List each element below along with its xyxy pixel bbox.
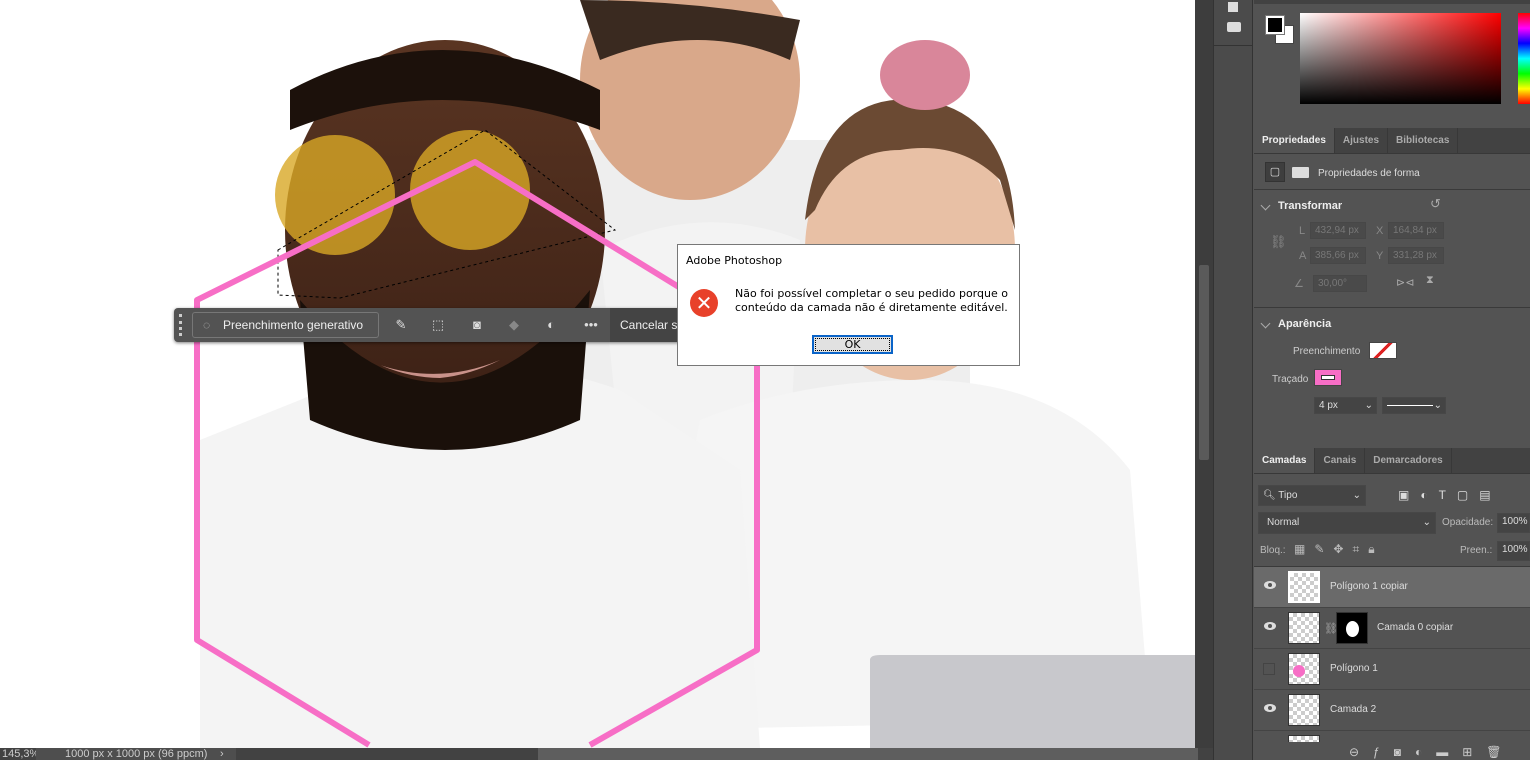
- dialog-title: Adobe Photoshop: [686, 254, 783, 267]
- tab-bibliotecas[interactable]: Bibliotecas: [1388, 128, 1459, 153]
- fill-bucket-icon[interactable]: ◆: [507, 318, 521, 332]
- layer-row[interactable]: Polígono 1: [1254, 649, 1530, 690]
- hue-slider[interactable]: [1518, 13, 1530, 104]
- opacity-field[interactable]: 100%: [1497, 513, 1530, 533]
- ok-button[interactable]: OK: [812, 335, 893, 354]
- y-field[interactable]: 331,28 px: [1388, 247, 1444, 264]
- flip-vertical-icon[interactable]: ⧗: [1426, 274, 1434, 287]
- stroke-swatch[interactable]: [1314, 369, 1342, 386]
- tab-demarcadores[interactable]: Demarcadores: [1365, 448, 1452, 473]
- fill-field[interactable]: 100%: [1497, 541, 1530, 561]
- eye-icon[interactable]: [1264, 622, 1276, 630]
- tab-canais[interactable]: Canais: [1315, 448, 1366, 473]
- properties-subtitle: Propriedades de forma: [1318, 168, 1420, 179]
- fill-swatch[interactable]: [1369, 342, 1397, 359]
- brush-icon[interactable]: ✎: [394, 318, 408, 332]
- error-icon: ✕: [690, 289, 718, 317]
- shape-properties-icon[interactable]: ▢: [1265, 162, 1285, 182]
- mask-icon[interactable]: ◙: [470, 318, 484, 332]
- layer-filter-icons[interactable]: ▣◐T▢▤: [1398, 488, 1502, 502]
- right-panels: Propriedades Ajustes Bibliotecas ▢ Propr…: [1254, 0, 1530, 760]
- contextual-task-bar: ◌ Preenchimento generativo ✎ ⬚ ◙ ◆ ◐ ••• …: [174, 308, 694, 342]
- layer-thumbnail: [1288, 653, 1320, 685]
- layer-thumbnail: [1288, 571, 1320, 603]
- mask-properties-icon[interactable]: [1292, 167, 1309, 178]
- transform-selection-icon[interactable]: ⬚: [431, 318, 445, 332]
- tab-camadas[interactable]: Camadas: [1254, 448, 1316, 473]
- tool-icon[interactable]: [1228, 2, 1238, 12]
- stroke-width-select[interactable]: 4 px ⌄: [1314, 397, 1377, 414]
- horizontal-scrollbar[interactable]: [538, 748, 1198, 760]
- blend-mode-select[interactable]: Normal ⌄: [1258, 512, 1436, 534]
- layer-thumbnail: [1288, 735, 1320, 742]
- status-menu-chevron-icon[interactable]: ›: [220, 748, 224, 760]
- transform-header[interactable]: Transformar: [1254, 200, 1530, 212]
- canvas-image: [194, 0, 1195, 748]
- eye-icon[interactable]: [1264, 581, 1276, 589]
- width-field[interactable]: 432,94 px: [1310, 222, 1366, 239]
- layer-filter-select[interactable]: 🔍︎ Tipo ⌄: [1258, 485, 1366, 506]
- layer-row[interactable]: Polígono 1 copiar: [1254, 567, 1530, 608]
- document-size: 1000 px x 1000 px (96 ppcm): [65, 748, 208, 760]
- vertical-scrollbar[interactable]: [1195, 0, 1213, 748]
- angle-icon: ∠: [1294, 278, 1304, 290]
- x-field[interactable]: 164,84 px: [1388, 222, 1444, 239]
- lock-icons[interactable]: ▦✎✥⌗🔒︎: [1294, 542, 1384, 557]
- zoom-level[interactable]: 145,3%: [2, 748, 39, 760]
- error-dialog: Adobe Photoshop ✕ Não foi possível compl…: [677, 244, 1020, 366]
- flip-horizontal-icon[interactable]: ⊳⊲: [1396, 276, 1414, 289]
- sparkle-icon: ◌: [203, 318, 211, 332]
- angle-field[interactable]: 30,00°: [1313, 275, 1367, 292]
- comment-icon[interactable]: [1227, 22, 1241, 32]
- layer-row[interactable]: ⛓ Camada 0 copiar: [1254, 608, 1530, 649]
- layer-row[interactable]: Camada 2: [1254, 690, 1530, 731]
- layer-thumbnail: [1288, 694, 1320, 726]
- stroke-type-select[interactable]: ⌄: [1382, 397, 1446, 414]
- color-picker-field[interactable]: [1300, 13, 1501, 104]
- appearance-header[interactable]: Aparência: [1254, 318, 1530, 330]
- layer-mask-thumbnail[interactable]: [1336, 612, 1368, 644]
- panel-icon-strip: [1213, 0, 1253, 760]
- adjustment-icon[interactable]: ◐: [544, 318, 558, 332]
- layer-actions-icons[interactable]: ⊖ƒ◙◐▬⊞🗑︎: [1349, 745, 1516, 759]
- dialog-message: Não foi possível completar o seu pedido …: [735, 287, 1008, 314]
- drag-handle[interactable]: [179, 314, 182, 336]
- more-icon[interactable]: •••: [584, 318, 598, 332]
- visibility-toggle[interactable]: [1263, 663, 1275, 675]
- link-icon[interactable]: ⛓: [1270, 234, 1287, 250]
- height-field[interactable]: 385,66 px: [1310, 247, 1366, 264]
- laptop: [870, 655, 1195, 748]
- eye-icon[interactable]: [1264, 704, 1276, 712]
- layers-list: Polígono 1 copiar ⛓ Camada 0 copiar Políg…: [1254, 566, 1530, 742]
- tab-propriedades[interactable]: Propriedades: [1254, 128, 1335, 153]
- generative-fill-button[interactable]: ◌ Preenchimento generativo: [192, 312, 379, 338]
- tab-ajustes[interactable]: Ajustes: [1335, 128, 1389, 153]
- layer-thumbnail: [1288, 612, 1320, 644]
- layer-row[interactable]: [1254, 731, 1530, 742]
- document-canvas[interactable]: [0, 0, 1195, 748]
- reset-icon[interactable]: ↺: [1430, 196, 1441, 212]
- scrollbar-thumb[interactable]: [1199, 265, 1209, 460]
- status-bar: 145,3% 1000 px x 1000 px (96 ppcm) ›: [0, 748, 1213, 760]
- foreground-color-swatch[interactable]: [1265, 15, 1285, 35]
